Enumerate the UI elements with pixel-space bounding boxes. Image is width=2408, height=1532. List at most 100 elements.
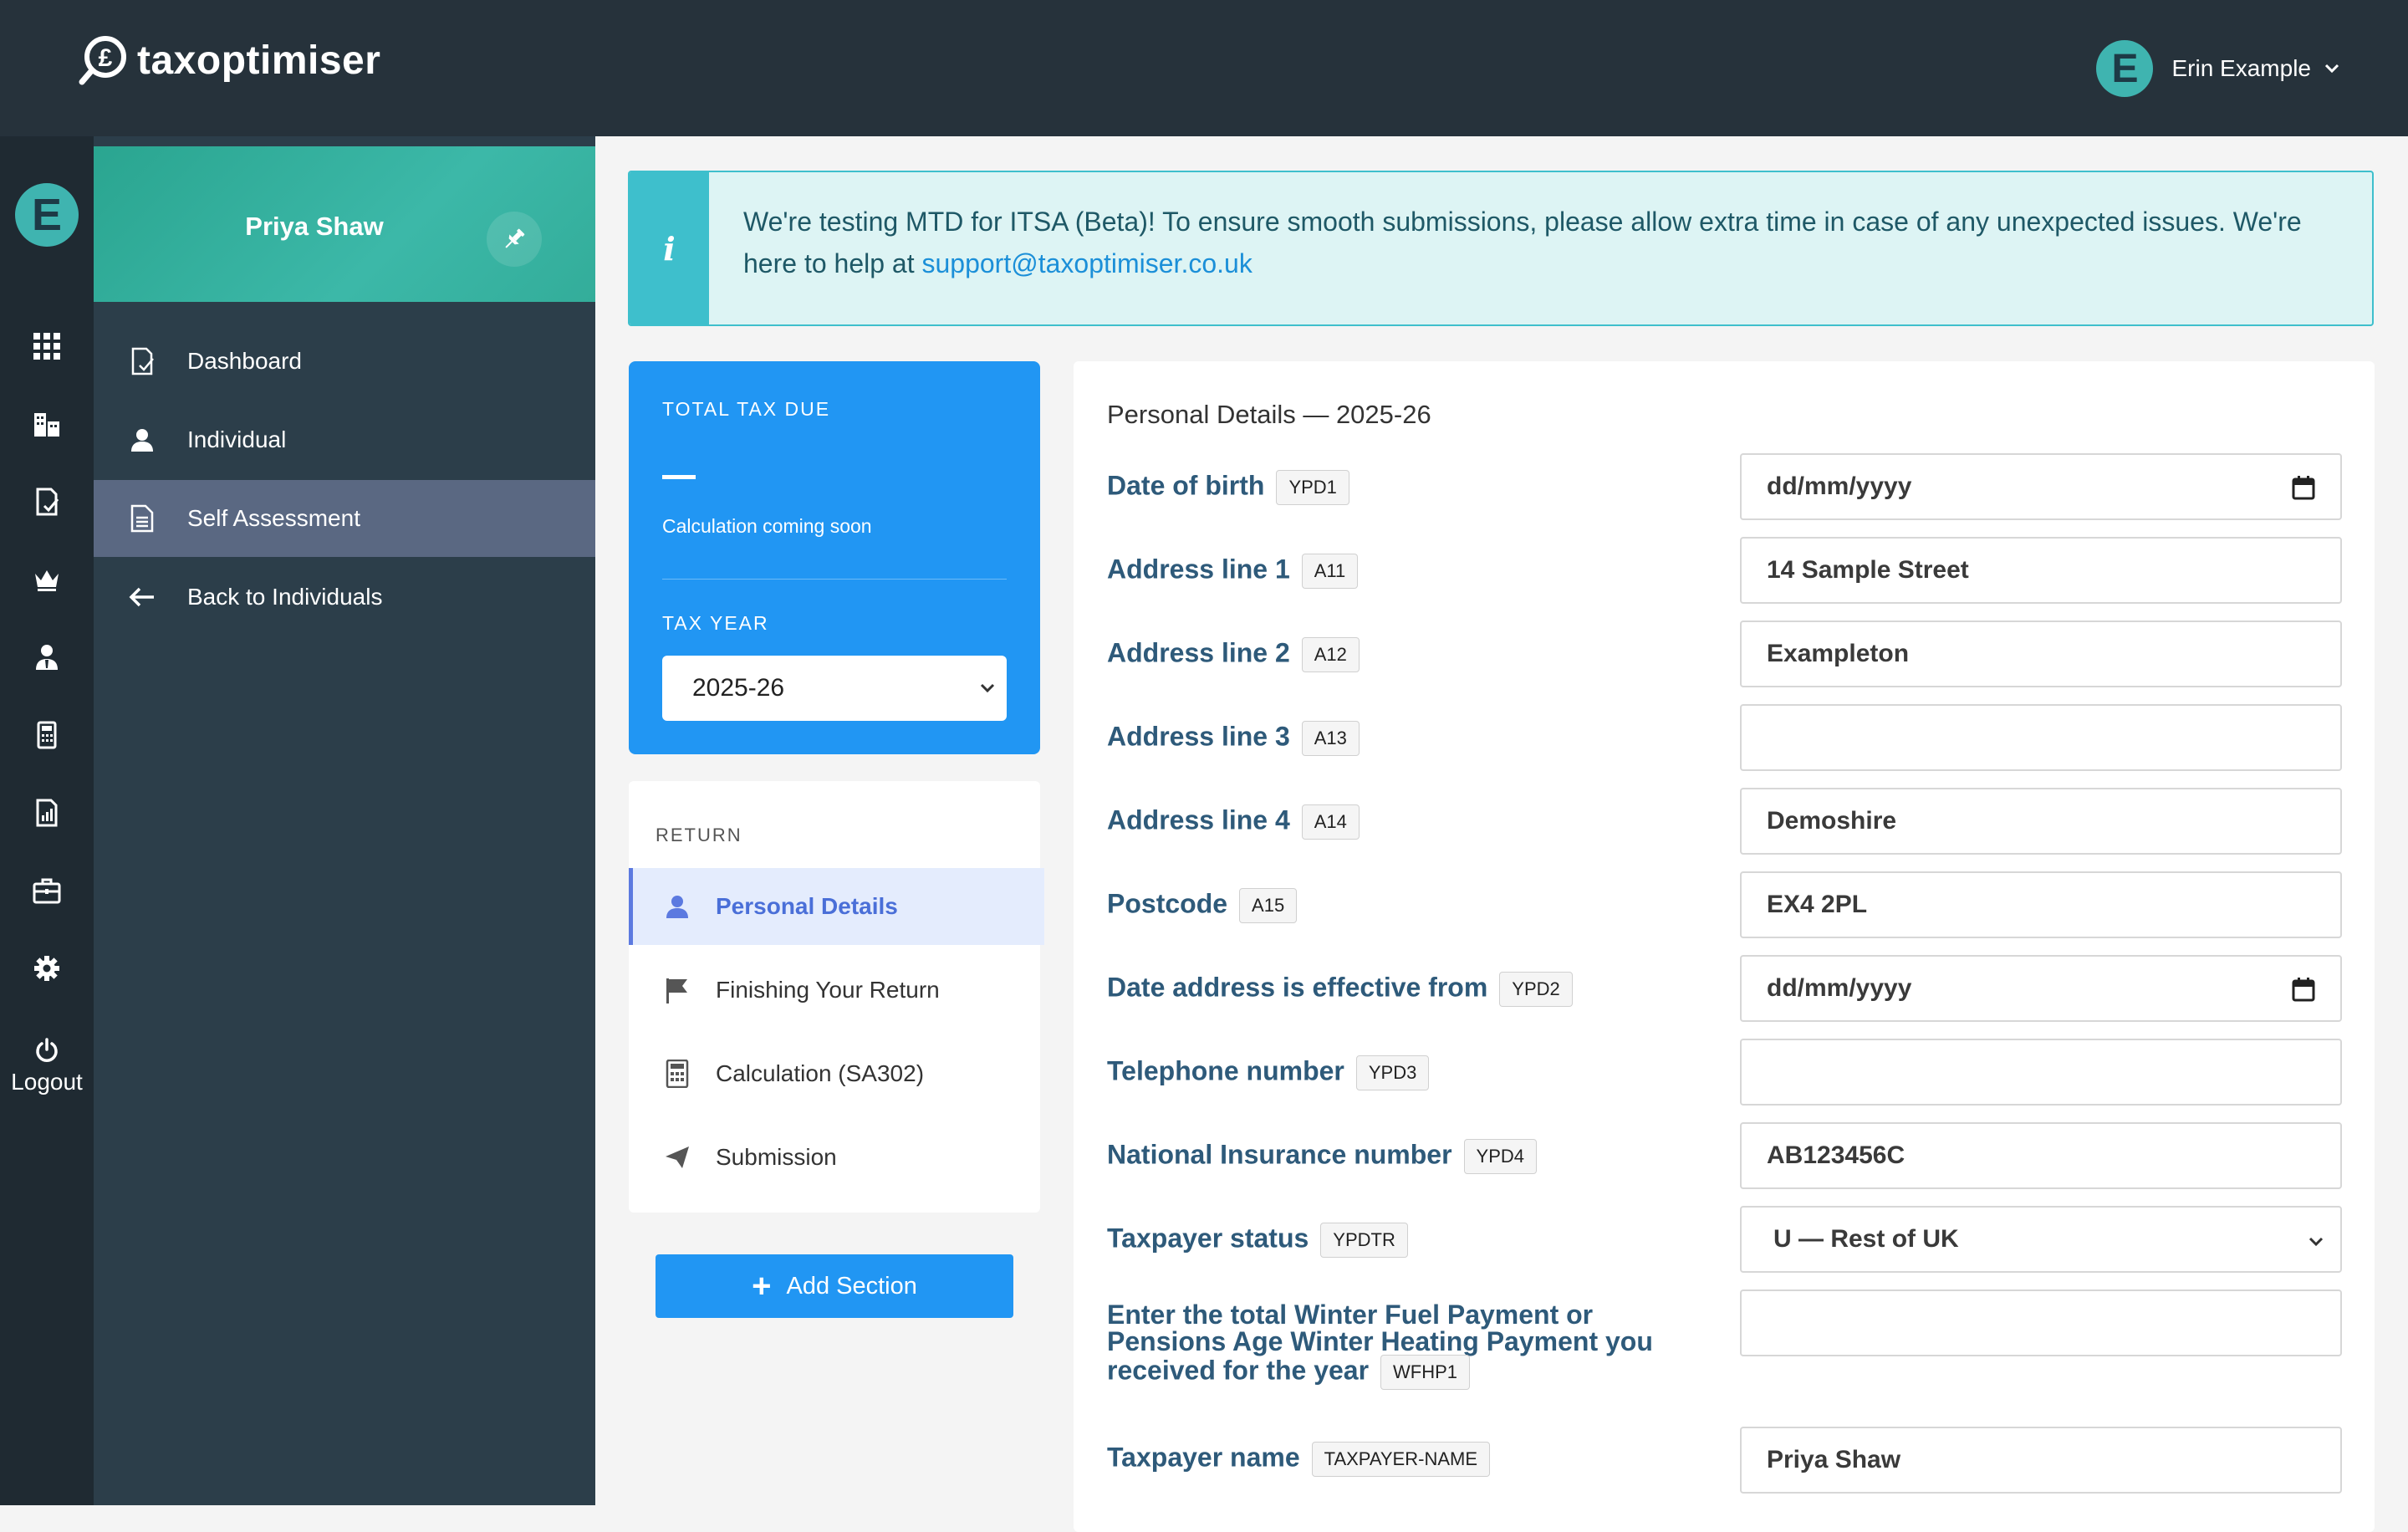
box-code: A13 <box>1301 721 1360 756</box>
briefcase-icon[interactable] <box>30 874 64 907</box>
person-icon <box>125 427 159 452</box>
row-label-address-line-2: Address line 2 A12 <box>1107 637 1717 672</box>
sidebar-item-label: Dashboard <box>187 348 302 374</box>
field-label: National Insurance number <box>1107 1139 1452 1170</box>
gear-icon[interactable] <box>30 952 64 985</box>
row-label-national-insurance-number: National Insurance number YPD4 <box>1107 1139 1717 1174</box>
return-item-calculation[interactable]: Calculation (SA302) <box>629 1035 1040 1112</box>
info-icon: i <box>630 172 709 324</box>
top-bar: £ taxoptimiser E Erin Example <box>0 0 2408 136</box>
box-code: WFHP1 <box>1380 1355 1471 1390</box>
return-item-label: Finishing Your Return <box>716 977 940 1003</box>
field-label: Address line 3 <box>1107 721 1290 752</box>
user-menu[interactable]: E Erin Example <box>2096 40 2341 97</box>
calculator-icon[interactable] <box>30 718 64 752</box>
return-item-submission[interactable]: Submission <box>629 1119 1040 1196</box>
row-label-address-line-4: Address line 4 A14 <box>1107 804 1717 840</box>
date-address-effective-input[interactable]: dd/mm/yyyy <box>1740 955 2342 1022</box>
calendar-icon[interactable] <box>2292 475 2315 500</box>
national-insurance-number-input[interactable]: AB123456C <box>1740 1122 2342 1189</box>
calculator-icon <box>661 1060 694 1088</box>
support-email-link[interactable]: support@taxoptimiser.co.uk <box>921 248 1252 278</box>
field-value: Exampleton <box>1767 640 1910 667</box>
calendar-icon[interactable] <box>2292 977 2315 1002</box>
address-line-2-input[interactable]: Exampleton <box>1740 620 2342 687</box>
field-label: Postcode <box>1107 888 1228 919</box>
date-of-birth-input[interactable]: dd/mm/yyyy <box>1740 453 2342 520</box>
sidebar-item-self-assessment[interactable]: Self Assessment <box>94 480 595 557</box>
field-value: U — Rest of UK <box>1773 1225 1959 1253</box>
sidebar-item-back-to-individuals[interactable]: Back to Individuals <box>94 559 595 636</box>
row-label-address-line-1: Address line 1 A11 <box>1107 554 1717 589</box>
rail-avatar-initial: E <box>31 190 63 240</box>
app-logo[interactable]: £ taxoptimiser <box>77 33 380 87</box>
field-label: Date of birth <box>1107 470 1265 501</box>
winter-fuel-payment-input[interactable] <box>1740 1289 2342 1356</box>
return-nav-card: RETURN Personal Details Finishing Your R… <box>629 781 1044 1318</box>
field-value: 14 Sample Street <box>1767 556 1969 584</box>
row-label-postcode: Postcode A15 <box>1107 888 1717 923</box>
power-icon <box>36 1038 58 1062</box>
arrow-left-icon <box>125 586 159 608</box>
taxpayer-status-select[interactable]: U — Rest of UK <box>1740 1206 2342 1273</box>
add-section-button[interactable]: + Add Section <box>656 1254 1013 1318</box>
field-value: Priya Shaw <box>1767 1446 1901 1473</box>
box-code: YPDTR <box>1320 1223 1408 1258</box>
client-header: Priya Shaw <box>94 146 595 302</box>
avatar-initial: E <box>2111 46 2139 91</box>
return-label: RETURN <box>656 825 742 845</box>
box-code: A11 <box>1301 554 1359 589</box>
document-check-icon[interactable] <box>30 485 64 518</box>
tax-year-value: 2025-26 <box>692 674 785 702</box>
box-code: YPD2 <box>1499 972 1573 1007</box>
return-item-label: Personal Details <box>716 893 898 919</box>
sidebar: Priya Shaw Dashboard Individual Self Ass… <box>94 136 595 1505</box>
postcode-input[interactable]: EX4 2PL <box>1740 871 2342 938</box>
magnifier-pound-icon: £ <box>79 36 126 85</box>
sidebar-item-label: Back to Individuals <box>187 584 383 610</box>
box-code: YPD4 <box>1463 1139 1538 1174</box>
box-code: YPD3 <box>1355 1055 1430 1090</box>
box-code: A14 <box>1301 804 1360 840</box>
field-label: Address line 4 <box>1107 804 1290 835</box>
pin-button[interactable] <box>487 212 542 267</box>
user-tie-icon[interactable] <box>30 641 64 674</box>
field-label: Address line 2 <box>1107 637 1290 668</box>
address-line-1-input[interactable]: 14 Sample Street <box>1740 537 2342 604</box>
box-code: A12 <box>1301 637 1360 672</box>
crown-icon[interactable] <box>30 563 64 596</box>
user-name: Erin Example <box>2171 55 2311 81</box>
field-label: Telephone number <box>1107 1055 1344 1086</box>
divider <box>629 1226 1040 1229</box>
row-label-taxpayer-status: Taxpayer status YPDTR <box>1107 1223 1717 1258</box>
grid-icon[interactable] <box>30 329 64 363</box>
rail-avatar[interactable]: E <box>15 183 79 247</box>
return-item-finishing-your-return[interactable]: Finishing Your Return <box>629 952 1040 1029</box>
field-value: AB123456C <box>1767 1141 1905 1169</box>
telephone-number-input[interactable] <box>1740 1039 2342 1106</box>
return-item-personal-details[interactable]: Personal Details <box>629 868 1044 945</box>
document-chart-icon[interactable] <box>30 796 64 830</box>
sidebar-item-dashboard[interactable]: Dashboard <box>94 323 595 400</box>
tax-year-select[interactable]: 2025-26 <box>662 656 1007 721</box>
info-banner: i We're testing MTD for ITSA (Beta)! To … <box>628 171 2374 326</box>
sidebar-item-label: Individual <box>187 426 287 452</box>
buildings-icon[interactable] <box>30 407 64 441</box>
row-label-address-line-3: Address line 3 A13 <box>1107 721 1717 756</box>
calculation-note: Calculation coming soon <box>662 515 872 537</box>
address-line-4-input[interactable]: Demoshire <box>1740 788 2342 855</box>
avatar: E <box>2096 40 2154 97</box>
sidebar-item-individual[interactable]: Individual <box>94 401 595 478</box>
logout-button[interactable]: Logout <box>0 1037 94 1095</box>
chevron-down-icon <box>980 683 995 693</box>
field-value: Demoshire <box>1767 807 1897 835</box>
taxpayer-name-input[interactable]: Priya Shaw <box>1740 1427 2342 1494</box>
logout-label: Logout <box>11 1069 83 1095</box>
plus-icon: + <box>752 1268 772 1305</box>
address-line-3-input[interactable] <box>1740 704 2342 771</box>
paper-plane-icon <box>661 1145 694 1170</box>
field-value: dd/mm/yyyy <box>1767 472 1912 500</box>
person-icon <box>661 894 694 919</box>
chevron-down-icon <box>2324 64 2339 74</box>
pin-icon <box>505 228 525 248</box>
